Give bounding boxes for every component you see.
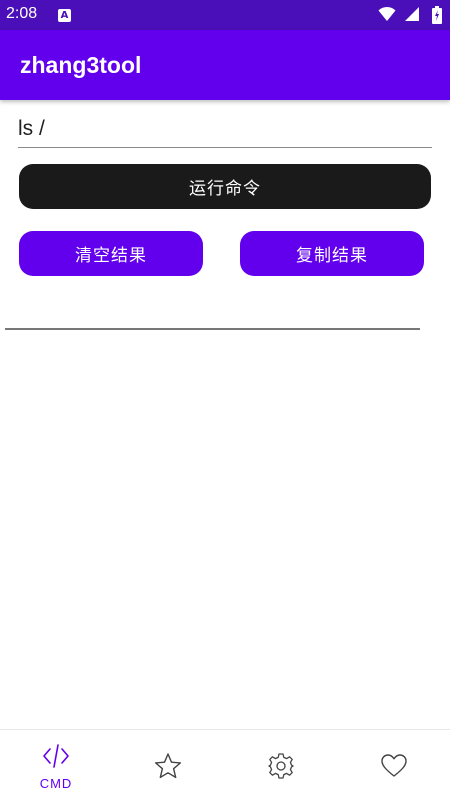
status-time: 2:08 xyxy=(6,5,38,22)
heart-icon xyxy=(381,754,407,777)
status-bar: 2:08 A xyxy=(0,0,450,30)
nav-item-cmd[interactable]: CMD xyxy=(0,730,112,800)
nav-item-settings[interactable] xyxy=(225,730,337,800)
star-icon xyxy=(154,753,182,779)
clear-results-button[interactable]: 清空结果 xyxy=(19,231,203,276)
app-title: zhang3tool xyxy=(20,52,142,78)
nav-label-cmd: CMD xyxy=(39,776,73,791)
run-command-button[interactable]: 运行命令 xyxy=(19,164,431,209)
settings-icon xyxy=(268,753,294,779)
notification-app-icon: A xyxy=(58,9,71,22)
copy-results-button[interactable]: 复制结果 xyxy=(240,231,424,276)
result-output xyxy=(5,296,420,326)
nav-item-favorites[interactable] xyxy=(112,730,224,800)
signal-icon xyxy=(405,7,419,21)
command-input[interactable] xyxy=(18,112,432,148)
bottom-navigation: CMD xyxy=(0,729,450,800)
nav-item-likes[interactable] xyxy=(338,730,450,800)
code-icon xyxy=(43,744,69,768)
battery-icon xyxy=(432,6,442,24)
app-bar: zhang3tool xyxy=(0,30,450,100)
wifi-icon xyxy=(378,6,396,21)
result-divider xyxy=(5,328,420,330)
